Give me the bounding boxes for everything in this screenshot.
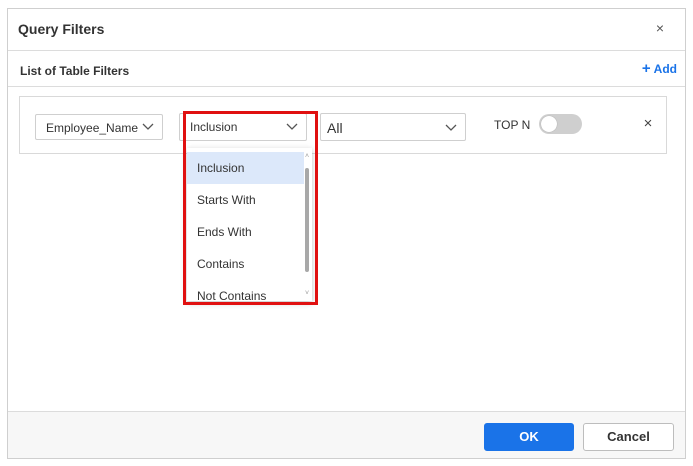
filter-row: Employee_Name Inclusion All TOP N × [19, 96, 667, 154]
chevron-down-icon [445, 124, 457, 131]
cancel-button[interactable]: Cancel [583, 423, 674, 451]
section-header: List of Table Filters + Add [8, 52, 685, 87]
value-select[interactable]: All [320, 113, 466, 141]
option-inclusion[interactable]: Inclusion [187, 152, 304, 184]
topn-toggle[interactable] [539, 114, 582, 134]
dialog-header: Query Filters × [8, 9, 685, 51]
option-starts-with[interactable]: Starts With [187, 184, 304, 216]
topn-label: TOP N [494, 118, 531, 132]
section-title: List of Table Filters [20, 64, 130, 78]
add-filter-button[interactable]: + Add [641, 60, 677, 77]
option-not-contains[interactable]: Not Contains [187, 280, 304, 301]
remove-filter-icon[interactable]: × [641, 116, 655, 131]
close-icon[interactable]: × [653, 21, 667, 35]
operator-dropdown: Inclusion Starts With Ends With Contains… [187, 148, 312, 301]
ok-button[interactable]: OK [484, 423, 574, 451]
scrollbar-thumb[interactable] [305, 168, 309, 272]
field-select-value: Employee_Name [46, 121, 139, 135]
operator-select-value: Inclusion [190, 120, 238, 134]
query-filters-dialog: Query Filters × List of Table Filters + … [7, 8, 686, 459]
option-ends-with[interactable]: Ends With [187, 216, 304, 248]
chevron-down-icon [286, 123, 298, 130]
dropdown-scrollbar[interactable]: ˄ ˅ [304, 152, 310, 297]
option-contains[interactable]: Contains [187, 248, 304, 280]
operator-select[interactable]: Inclusion [179, 113, 307, 141]
value-select-value: All [327, 120, 343, 136]
scroll-down-icon[interactable]: ˅ [304, 290, 310, 297]
plus-icon: + [641, 60, 651, 77]
operator-options: Inclusion Starts With Ends With Contains… [187, 152, 304, 301]
toggle-knob [541, 116, 557, 132]
scroll-up-icon[interactable]: ˄ [304, 153, 310, 160]
dialog-title: Query Filters [18, 21, 105, 37]
dialog-footer: OK Cancel [8, 411, 685, 458]
add-filter-label: Add [653, 62, 677, 76]
field-select[interactable]: Employee_Name [35, 114, 163, 140]
chevron-down-icon [142, 123, 154, 130]
